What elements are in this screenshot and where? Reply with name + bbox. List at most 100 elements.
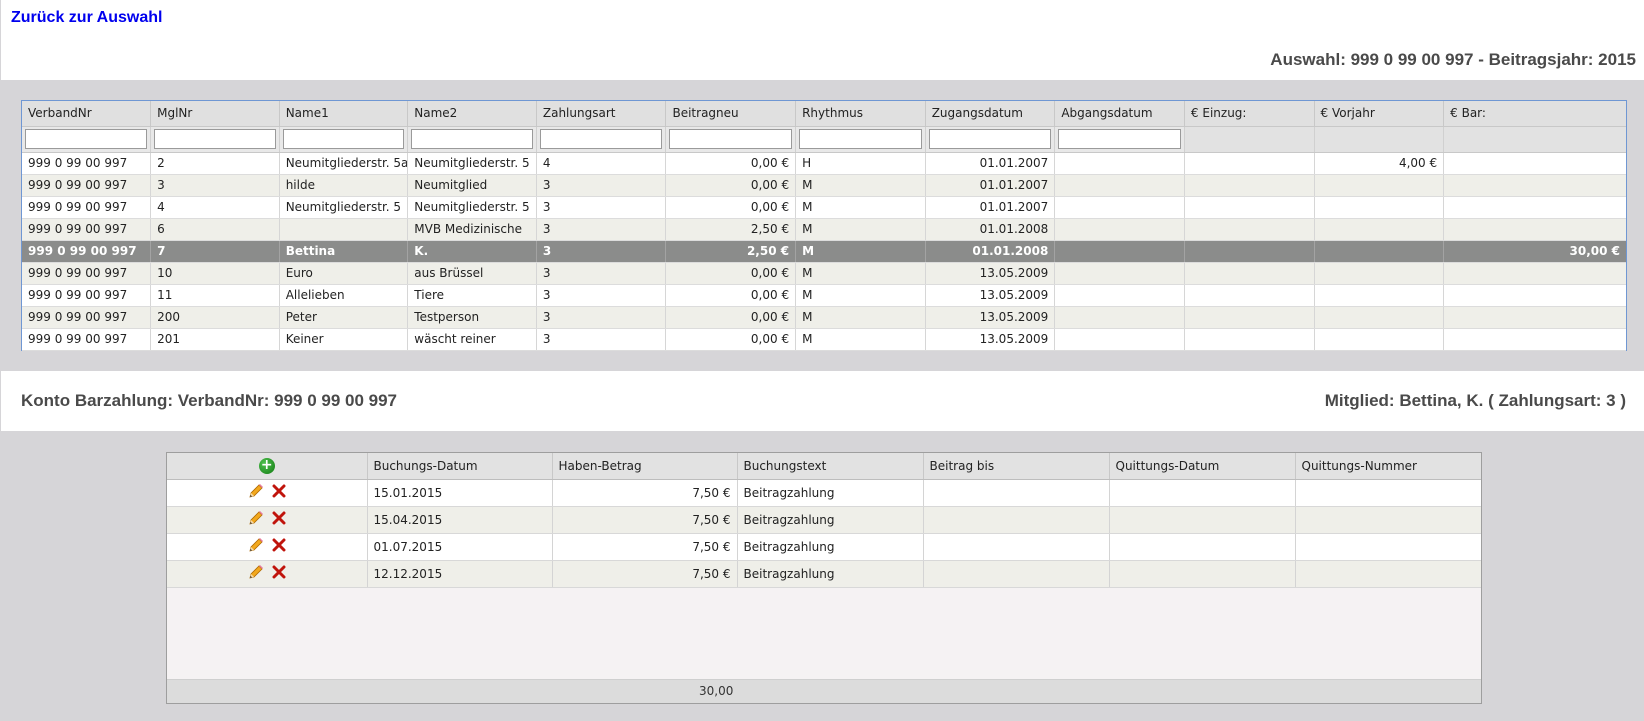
table-row[interactable]: 999 0 99 00 997 10 Euro aus Brüssel 3 0,00 € M… — [22, 262, 1626, 285]
column-header[interactable]: Zahlungsart — [536, 101, 667, 127]
column-filter-input[interactable] — [154, 129, 276, 149]
table-row[interactable]: 999 0 99 00 997 200 Peter Testperson 3 0,00 €… — [22, 306, 1626, 329]
cell-qdatum — [1109, 506, 1296, 534]
column-header[interactable]: Beitrag bis — [923, 453, 1110, 480]
table-row[interactable]: 999 0 99 00 997 6 MVB Medizinische 3 2,50 € M… — [22, 218, 1626, 241]
column-header[interactable]: € Vorjahr — [1314, 101, 1445, 127]
column-filter-input[interactable] — [928, 129, 1052, 149]
cell-text: Beitragzahlung — [737, 560, 924, 588]
column-header[interactable]: Zugangsdatum — [925, 101, 1056, 127]
column-filter-input[interactable] — [669, 129, 793, 149]
back-to-selection-link[interactable]: Zurück zur Auswahl — [11, 9, 162, 27]
column-filter-input[interactable] — [282, 129, 405, 149]
column-header[interactable]: Name2 — [407, 101, 537, 127]
column-header[interactable]: Buchungstext — [737, 453, 924, 480]
column-header[interactable]: Beitragneu — [665, 101, 797, 127]
column-header[interactable]: Quittungs-Datum — [1109, 453, 1296, 480]
cell-einzug — [1184, 328, 1315, 351]
cell-bis — [923, 533, 1110, 561]
cell-rhythmus: M — [795, 174, 926, 197]
cell-verbandnr: 999 0 99 00 997 — [22, 284, 152, 307]
column-filter-input[interactable] — [411, 129, 533, 149]
add-circle-icon[interactable]: + — [258, 457, 275, 474]
table-row[interactable]: 15.04.2015 7,50 € Beitragzahlung — [167, 506, 1481, 534]
cell-abgang — [1054, 306, 1185, 329]
cell-vorjahr: 4,00 € — [1314, 152, 1445, 175]
cell-datum: 15.01.2015 — [367, 479, 553, 507]
cell-qnummer — [1295, 533, 1481, 561]
column-header[interactable]: € Einzug: — [1184, 101, 1315, 127]
table-row-selected[interactable]: 999 0 99 00 997 7 Bettina K. 3 2,50 € M 01.01.2… — [22, 240, 1626, 263]
table-row[interactable]: 01.07.2015 7,50 € Beitragzahlung — [167, 533, 1481, 561]
bookings-total: 30,00 — [699, 684, 734, 698]
cell-bar — [1443, 174, 1626, 197]
column-header[interactable]: Buchungs-Datum — [367, 453, 553, 480]
cell-name2: Testperson — [407, 306, 537, 329]
cell-bar — [1443, 328, 1626, 351]
members-grid: VerbandNr MglNr Name1 Name2 Zahlungsart Beitr… — [21, 100, 1627, 351]
cell-bis — [923, 560, 1110, 588]
column-header[interactable]: € Bar: — [1443, 101, 1626, 127]
cell-zugang: 13.05.2009 — [925, 306, 1056, 329]
filter-cell — [150, 126, 280, 153]
column-header[interactable]: Quittungs-Nummer — [1295, 453, 1481, 480]
account-band: Konto Barzahlung: VerbandNr: 999 0 99 00… — [1, 371, 1644, 431]
cell-betrag: 7,50 € — [552, 479, 738, 507]
column-header[interactable]: Name1 — [279, 101, 409, 127]
cell-einzug — [1184, 262, 1315, 285]
filter-cell — [536, 126, 667, 153]
cell-beitragneu: 0,00 € — [665, 262, 797, 285]
cell-einzug — [1184, 152, 1315, 175]
cell-abgang — [1054, 240, 1185, 263]
top-band: Zurück zur Auswahl Auswahl: 999 0 99 00 … — [1, 0, 1644, 80]
cell-vorjahr — [1314, 240, 1445, 263]
delete-x-icon[interactable] — [272, 538, 286, 555]
column-filter-input[interactable] — [539, 129, 663, 149]
bookings-grid: + Buchungs-Datum Haben-Betrag Buchungstext… — [166, 452, 1482, 704]
table-row[interactable]: 999 0 99 00 997 201 Keiner wäscht reiner 3 0,… — [22, 328, 1626, 351]
row-actions — [167, 533, 368, 561]
cell-verbandnr: 999 0 99 00 997 — [22, 262, 152, 285]
cell-bis — [923, 479, 1110, 507]
delete-x-icon[interactable] — [272, 484, 286, 501]
filter-cell — [925, 126, 1056, 153]
table-row[interactable]: 15.01.2015 7,50 € Beitragzahlung — [167, 479, 1481, 507]
table-row[interactable]: 999 0 99 00 997 2 Neumitgliederstr. 5a Neum… — [22, 152, 1626, 175]
cell-bar — [1443, 284, 1626, 307]
row-actions — [167, 506, 368, 534]
cell-datum: 01.07.2015 — [367, 533, 553, 561]
cell-bis — [923, 506, 1110, 534]
table-row[interactable]: 999 0 99 00 997 4 Neumitgliederstr. 5 Neumi… — [22, 196, 1626, 219]
pencil-icon[interactable] — [248, 537, 264, 556]
cell-mglnr: 4 — [150, 196, 280, 219]
table-row[interactable]: 999 0 99 00 997 11 Allelieben Tiere 3 0,00 € M… — [22, 284, 1626, 307]
column-filter-input[interactable] — [1058, 129, 1181, 149]
cell-zugang: 13.05.2009 — [925, 262, 1056, 285]
column-header[interactable]: Haben-Betrag — [552, 453, 738, 480]
delete-x-icon[interactable] — [272, 565, 286, 582]
column-filter-input[interactable] — [25, 129, 148, 149]
column-header[interactable]: MglNr — [150, 101, 280, 127]
pencil-icon[interactable] — [248, 510, 264, 529]
column-header[interactable]: Abgangsdatum — [1054, 101, 1185, 127]
cell-abgang — [1054, 174, 1185, 197]
cell-abgang — [1054, 328, 1185, 351]
pencil-icon[interactable] — [248, 483, 264, 502]
selection-heading: Auswahl: 999 0 99 00 997 - Beitragsjahr:… — [1270, 50, 1636, 69]
pencil-icon[interactable] — [248, 564, 264, 583]
column-filter-input[interactable] — [799, 129, 922, 149]
cell-beitragneu: 2,50 € — [665, 240, 797, 263]
cell-abgang — [1054, 262, 1185, 285]
filter-cell — [22, 126, 152, 153]
column-header[interactable]: Rhythmus — [795, 101, 926, 127]
cell-vorjahr — [1314, 196, 1445, 219]
cell-beitragneu: 2,50 € — [665, 218, 797, 241]
column-header[interactable]: VerbandNr — [22, 101, 152, 127]
delete-x-icon[interactable] — [272, 511, 286, 528]
filter-cell-empty — [1184, 126, 1315, 153]
cell-beitragneu: 0,00 € — [665, 306, 797, 329]
cell-zahlungsart: 3 — [536, 262, 667, 285]
table-row[interactable]: 999 0 99 00 997 3 hilde Neumitglied 3 0,00 € M… — [22, 174, 1626, 197]
cell-zahlungsart: 3 — [536, 306, 667, 329]
table-row[interactable]: 12.12.2015 7,50 € Beitragzahlung — [167, 560, 1481, 588]
